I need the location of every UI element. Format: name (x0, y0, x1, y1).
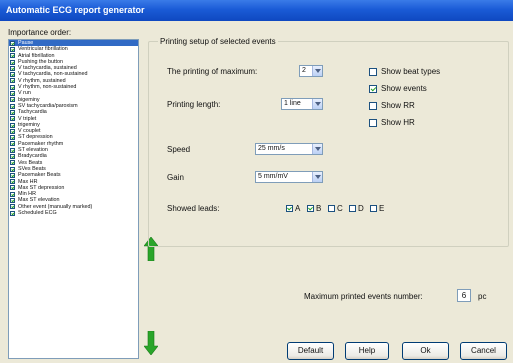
checkbox-icon[interactable] (10, 109, 15, 115)
window-title: Automatic ECG report generator (0, 0, 513, 21)
checkbox-icon[interactable] (328, 205, 335, 212)
option-label: Show RR (381, 101, 415, 110)
chevron-down-icon (312, 144, 322, 154)
lead-checkbox-e[interactable]: E (370, 204, 384, 213)
checkbox-icon[interactable] (10, 210, 15, 216)
checkbox-icon[interactable] (10, 128, 15, 134)
lead-label: C (337, 204, 343, 213)
checkbox-icon[interactable] (10, 46, 15, 52)
checkbox-icon[interactable] (286, 205, 293, 212)
importance-label: Importance order: (8, 28, 72, 37)
checkbox-icon[interactable] (10, 160, 15, 166)
checkbox-icon[interactable] (10, 141, 15, 147)
checkbox-icon[interactable] (10, 135, 15, 141)
lead-label: A (295, 204, 301, 213)
checkbox-icon[interactable] (10, 191, 15, 197)
importance-list[interactable]: Pause Ventricular fibrillation Atrial fibr… (8, 39, 139, 359)
chevron-down-icon (312, 172, 322, 182)
checkbox-icon[interactable] (10, 116, 15, 122)
checkbox-icon[interactable] (10, 72, 15, 78)
arrow-down-icon (144, 331, 158, 355)
printing-of-maximum-select[interactable]: 2 (299, 65, 323, 77)
checkbox-icon[interactable] (10, 59, 15, 65)
checkbox-icon[interactable] (10, 65, 15, 71)
cancel-button[interactable]: Cancel (460, 342, 507, 360)
checkbox-icon[interactable] (369, 84, 377, 93)
checkbox-icon[interactable] (10, 97, 15, 103)
max-events-input[interactable]: 6 (457, 289, 471, 302)
lead-checkbox-a[interactable]: A (286, 204, 300, 213)
checkbox-icon[interactable] (10, 147, 15, 153)
printing-length-label: Printing length: (167, 100, 221, 109)
gain-select[interactable]: 5 mm/mV (255, 171, 323, 183)
default-button[interactable]: Default (287, 342, 334, 360)
option-checkbox[interactable]: Show RR (369, 101, 415, 110)
checkbox-icon[interactable] (10, 172, 15, 178)
speed-label: Speed (167, 145, 191, 154)
checkbox-icon[interactable] (10, 204, 15, 210)
lead-checkbox-d[interactable]: D (349, 204, 364, 213)
checkbox-icon[interactable] (10, 122, 15, 128)
gain-value: 5 mm/mV (258, 173, 288, 180)
checkbox-icon[interactable] (10, 103, 15, 109)
checkbox-icon[interactable] (370, 205, 377, 212)
checkbox-icon[interactable] (10, 91, 15, 97)
gain-label: Gain (167, 173, 184, 182)
option-checkbox[interactable]: Show events (369, 84, 427, 93)
checkbox-icon[interactable] (10, 166, 15, 172)
chevron-down-icon (312, 99, 322, 109)
checkbox-icon[interactable] (10, 84, 15, 90)
speed-value: 25 mm/s (258, 145, 285, 152)
checkbox-icon[interactable] (369, 101, 377, 110)
lead-checkbox-c[interactable]: C (328, 204, 343, 213)
option-checkbox[interactable]: Show HR (369, 118, 415, 127)
printing-length-select[interactable]: 1 line (281, 98, 323, 110)
option-label: Show events (381, 84, 427, 93)
checkbox-icon[interactable] (307, 205, 314, 212)
checkbox-icon[interactable] (10, 153, 15, 159)
option-label: Show HR (381, 118, 415, 127)
option-label: Show beat types (381, 67, 441, 76)
printing-setup-title: Printing setup of selected events (158, 37, 278, 46)
max-events-label: Maximum printed events number: (304, 292, 423, 301)
lead-label: D (358, 204, 364, 213)
checkbox-icon[interactable] (349, 205, 356, 212)
printing-of-maximum-value: 2 (302, 67, 306, 74)
checkbox-icon[interactable] (369, 118, 377, 127)
option-checkbox[interactable]: Show beat types (369, 67, 440, 76)
speed-select[interactable]: 25 mm/s (255, 143, 323, 155)
checkbox-icon[interactable] (369, 67, 377, 76)
help-button[interactable]: Help (345, 342, 389, 360)
move-down-button[interactable] (142, 329, 160, 357)
checkbox-icon[interactable] (10, 53, 15, 59)
lead-label: B (316, 204, 322, 213)
importance-panel: Importance order: Pause Ventricular fibri… (4, 25, 163, 361)
max-events-unit: pc (478, 292, 487, 301)
checkbox-icon[interactable] (10, 179, 15, 185)
list-item[interactable]: Scheduled ECG (9, 210, 138, 216)
checkbox-icon[interactable] (10, 40, 15, 46)
checkbox-icon[interactable] (10, 185, 15, 191)
list-item-label: Scheduled ECG (18, 210, 57, 217)
lead-checkbox-b[interactable]: B (307, 204, 321, 213)
checkbox-icon[interactable] (10, 198, 15, 204)
ok-button[interactable]: Ok (402, 342, 449, 360)
printing-of-maximum-label: The printing of maximum: (167, 67, 258, 76)
showed-leads-label: Showed leads: (167, 204, 220, 213)
checkbox-icon[interactable] (10, 78, 15, 84)
main-window: Importance order: Pause Ventricular fibri… (0, 21, 513, 363)
printing-length-value: 1 line (284, 100, 301, 107)
lead-label: E (379, 204, 385, 213)
chevron-down-icon (312, 66, 322, 76)
